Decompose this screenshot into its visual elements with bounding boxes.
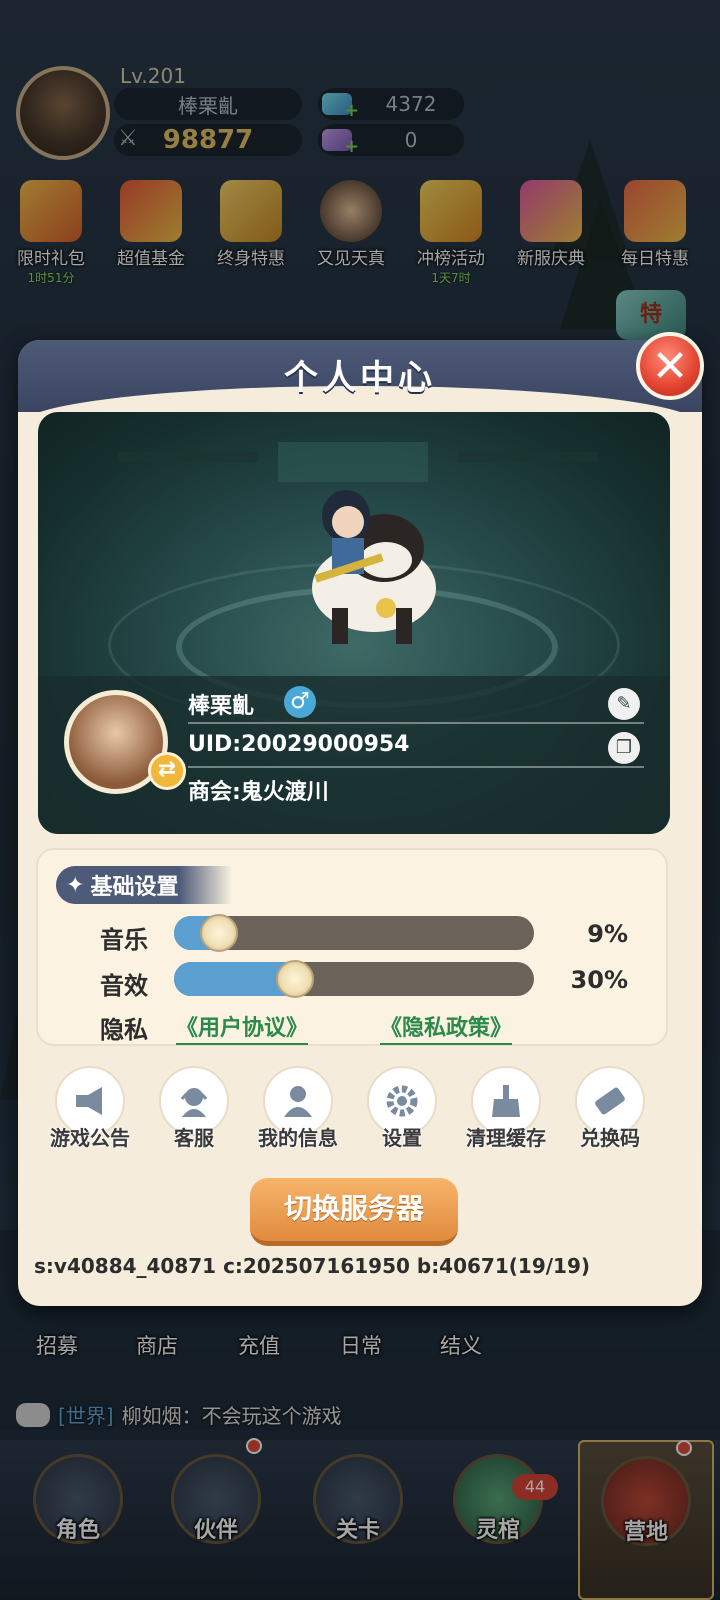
divider [188, 722, 644, 724]
sfx-percent: 30% [570, 966, 628, 994]
clear-cache-button[interactable]: 清理缓存 [454, 1066, 558, 1151]
gear-icon [386, 1085, 418, 1117]
version-info: s:v40884_40871 c:202507161950 b:40671(19… [34, 1254, 591, 1278]
announcement-button[interactable]: 游戏公告 [38, 1066, 142, 1151]
sfx-label: 音效 [100, 972, 148, 1000]
swap-avatar-icon[interactable]: ⇄ [148, 752, 186, 790]
hero-on-dog-sprite [312, 490, 436, 644]
switch-server-button[interactable]: 切换服务器 [250, 1178, 458, 1246]
my-info-button[interactable]: 我的信息 [246, 1066, 350, 1151]
broom-icon [492, 1085, 520, 1117]
profile-guild: 商会:鬼火渡川 [188, 780, 329, 805]
profile-name: 棒栗齓 [188, 694, 255, 719]
divider [188, 766, 644, 768]
copy-uid-icon[interactable]: ❐ [608, 732, 640, 764]
sfx-slider-knob[interactable] [276, 960, 314, 998]
edit-name-icon[interactable]: ✎ [608, 688, 640, 720]
close-button[interactable]: ✕ [636, 332, 704, 400]
personal-center-dialog: 个人中心 ⇄ 棒栗齓 ♂ ✎ UID:20029000954 ❐ 商会:鬼火渡川… [18, 340, 702, 1306]
profile-panel: ⇄ 棒栗齓 ♂ ✎ UID:20029000954 ❐ 商会:鬼火渡川 [38, 676, 670, 834]
redeem-code-button[interactable]: 兑换码 [558, 1066, 662, 1151]
ticket-icon [595, 1087, 625, 1115]
music-label: 音乐 [100, 926, 148, 954]
announcement-icon [76, 1087, 102, 1115]
basic-settings-panel: ✦ 基础设置 音乐 9% 音效 30% 隐私 《用户协议》 《隐私政策》 [36, 848, 668, 1046]
profile-uid: UID:20029000954 [188, 732, 410, 757]
sfx-slider[interactable] [174, 962, 534, 996]
user-agreement-link[interactable]: 《用户协议》 [176, 1010, 309, 1045]
customer-service-icon [180, 1088, 208, 1117]
customer-service-button[interactable]: 客服 [142, 1066, 246, 1151]
user-icon [284, 1086, 312, 1117]
sparkle-icon: ✦ [66, 872, 85, 898]
privacy-label: 隐私 [100, 1016, 148, 1044]
close-icon: ✕ [651, 340, 689, 392]
settings-header: ✦ 基础设置 [56, 866, 232, 904]
dialog-title: 个人中心 [284, 358, 436, 398]
function-buttons: 游戏公告 客服 我的信息 设置 清理缓存 兑换码 [38, 1066, 682, 1156]
male-gender-icon: ♂ [284, 686, 316, 718]
privacy-policy-link[interactable]: 《隐私政策》 [380, 1010, 513, 1045]
settings-button[interactable]: 设置 [350, 1066, 454, 1151]
music-percent: 9% [587, 920, 628, 948]
character-scene: ⇄ 棒栗齓 ♂ ✎ UID:20029000954 ❐ 商会:鬼火渡川 [38, 412, 670, 834]
